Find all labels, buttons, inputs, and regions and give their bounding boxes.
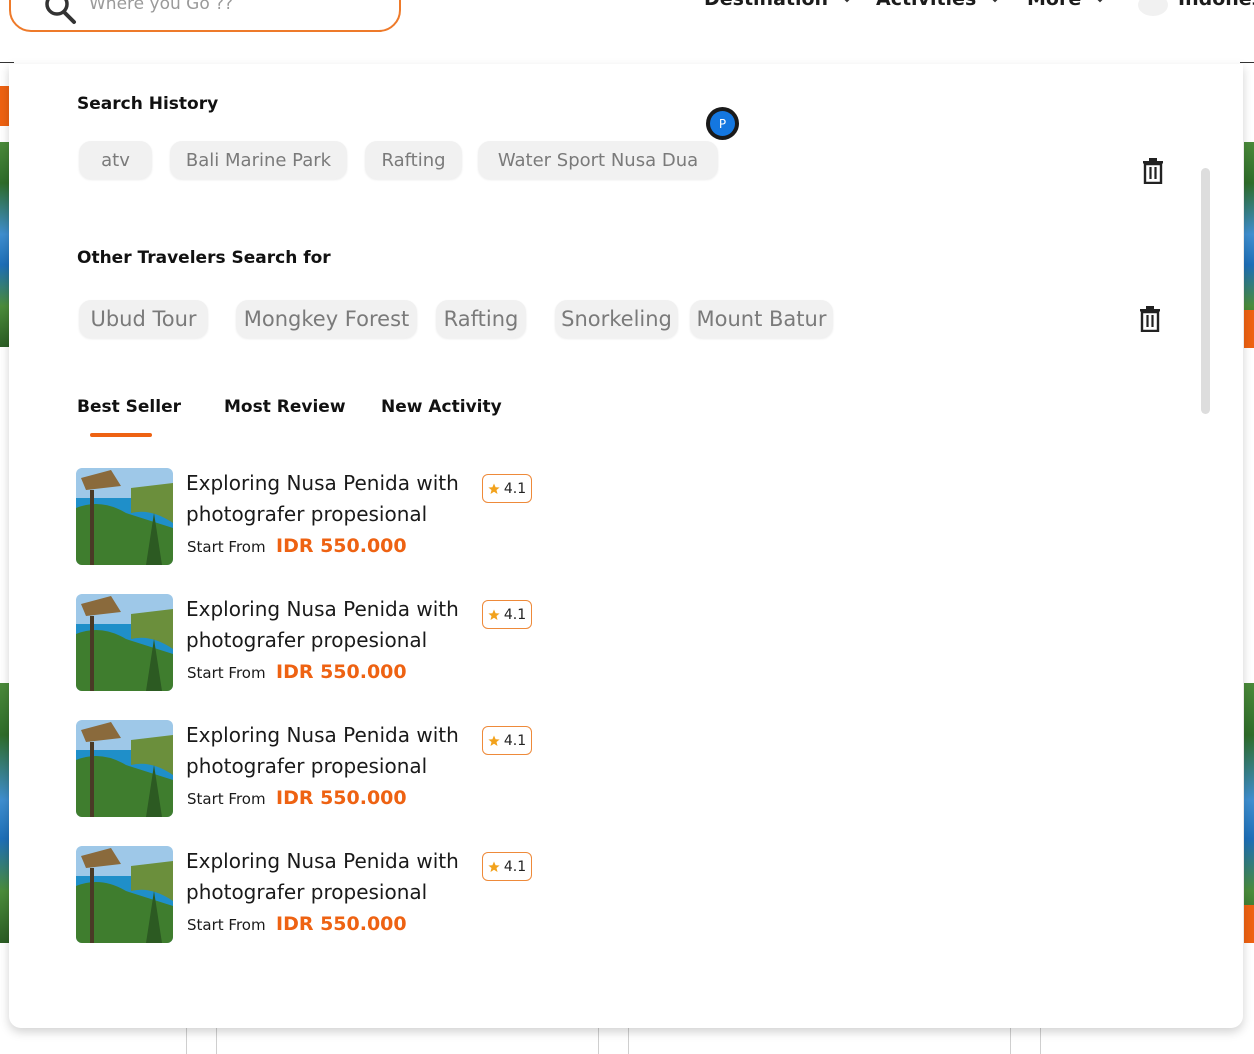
chevron-down-icon xyxy=(992,0,998,3)
trash-icon[interactable] xyxy=(1142,158,1164,184)
background-image xyxy=(1244,683,1254,943)
other-travelers-title: Other Travelers Search for xyxy=(77,248,331,268)
product-card[interactable]: Exploring Nusa Penida with photografer p… xyxy=(76,846,546,944)
product-price: IDR 550.000 xyxy=(276,535,407,557)
rating-badge: 4.1 xyxy=(482,600,532,629)
rating-value: 4.1 xyxy=(503,606,527,623)
product-thumbnail xyxy=(76,720,173,817)
search-suggestions-panel: Search History atv Bali Marine Park Raft… xyxy=(9,64,1243,1028)
nav-destination-label: Destination xyxy=(704,0,828,10)
divider xyxy=(216,1028,217,1054)
avatar-initial: P xyxy=(710,111,735,136)
rating-badge: 4.1 xyxy=(482,852,532,881)
product-title: Exploring Nusa Penida with photografer p… xyxy=(186,597,459,652)
background-element xyxy=(1244,905,1254,943)
history-chip[interactable]: Rafting xyxy=(365,141,462,179)
nav-more[interactable]: More xyxy=(1027,0,1107,10)
start-from-label: Start From xyxy=(187,790,266,808)
language-flag[interactable] xyxy=(1138,0,1168,16)
divider xyxy=(598,1028,599,1054)
star-icon xyxy=(488,609,500,620)
user-avatar[interactable]: P xyxy=(706,107,739,140)
product-thumbnail xyxy=(76,468,173,565)
search-placeholder: Where you Go ?? xyxy=(89,0,234,14)
product-title: Exploring Nusa Penida with photografer p… xyxy=(186,849,459,904)
star-icon xyxy=(488,483,500,494)
start-from-label: Start From xyxy=(187,538,266,556)
product-price: IDR 550.000 xyxy=(276,787,407,809)
nav-destination[interactable]: Destination xyxy=(704,0,854,10)
popular-chip[interactable]: Mongkey Forest xyxy=(236,300,417,338)
rating-value: 4.1 xyxy=(503,480,527,497)
divider xyxy=(186,1028,187,1054)
nav-activities-label: Activities xyxy=(876,0,976,10)
divider xyxy=(1010,1028,1011,1054)
product-price: IDR 550.000 xyxy=(276,661,407,683)
tab-most-review[interactable]: Most Review xyxy=(224,397,346,417)
star-icon xyxy=(488,861,500,872)
rating-badge: 4.1 xyxy=(482,726,532,755)
product-price: IDR 550.000 xyxy=(276,913,407,935)
rating-badge: 4.1 xyxy=(482,474,532,503)
nav-activities[interactable]: Activities xyxy=(876,0,1002,10)
history-chip[interactable]: atv xyxy=(79,141,152,179)
popular-chip[interactable]: Mount Batur xyxy=(690,300,833,338)
product-title: Exploring Nusa Penida with photografer p… xyxy=(186,723,459,778)
history-chip[interactable]: Bali Marine Park xyxy=(170,141,347,179)
divider xyxy=(1040,1028,1041,1054)
start-from-label: Start From xyxy=(187,664,266,682)
product-card[interactable]: Exploring Nusa Penida with photografer p… xyxy=(76,468,546,566)
divider xyxy=(628,1028,629,1054)
product-thumbnail xyxy=(76,594,173,691)
search-icon xyxy=(45,0,76,24)
product-thumbnail xyxy=(76,846,173,943)
divider xyxy=(0,62,14,63)
language-selector[interactable]: Indones xyxy=(1178,0,1254,10)
tab-best-seller[interactable]: Best Seller xyxy=(77,397,181,417)
history-chip[interactable]: Water Sport Nusa Dua xyxy=(478,141,718,179)
background-element xyxy=(1244,310,1254,348)
search-input[interactable]: Where you Go ?? xyxy=(9,0,401,32)
popular-chip[interactable]: Ubud Tour xyxy=(79,300,208,338)
top-navbar: Where you Go ?? Destination Activities M… xyxy=(0,0,1254,62)
scrollbar[interactable] xyxy=(1201,168,1210,414)
product-card[interactable]: Exploring Nusa Penida with photografer p… xyxy=(76,594,546,692)
divider xyxy=(1240,62,1254,63)
tab-new-activity[interactable]: New Activity xyxy=(381,397,502,417)
rating-value: 4.1 xyxy=(503,858,527,875)
star-icon xyxy=(488,735,500,746)
active-tab-indicator xyxy=(90,433,152,437)
rating-value: 4.1 xyxy=(503,732,527,749)
search-history-title: Search History xyxy=(77,94,219,114)
start-from-label: Start From xyxy=(187,916,266,934)
trash-icon[interactable] xyxy=(1139,306,1161,332)
chevron-down-icon xyxy=(844,0,850,3)
product-title: Exploring Nusa Penida with photografer p… xyxy=(186,471,459,526)
popular-chip[interactable]: Rafting xyxy=(436,300,526,338)
nav-more-label: More xyxy=(1027,0,1081,10)
popular-chip[interactable]: Snorkeling xyxy=(555,300,678,338)
product-card[interactable]: Exploring Nusa Penida with photografer p… xyxy=(76,720,546,818)
chevron-down-icon xyxy=(1097,0,1103,3)
